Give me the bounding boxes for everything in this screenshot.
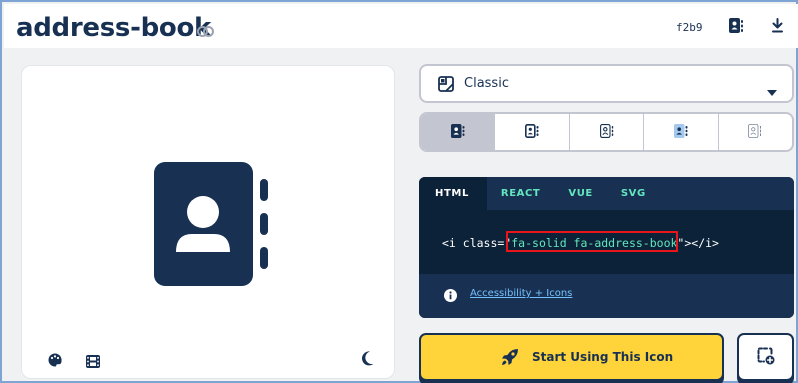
accessibility-link[interactable]: Accessibility + Icons <box>470 288 572 299</box>
tab-html[interactable]: HTML <box>419 177 487 210</box>
class-highlight-box <box>506 231 678 252</box>
page-title: address-book <box>16 13 211 43</box>
style-dropdown[interactable]: Classic <box>419 64 794 103</box>
code-tabs: HTML REACT VUE SVG <box>419 177 794 210</box>
add-square-icon <box>757 347 775 369</box>
variant-solid[interactable] <box>421 114 496 150</box>
classic-style-icon <box>438 76 454 96</box>
moon-icon[interactable] <box>361 351 374 370</box>
add-to-kit-button[interactable] <box>737 333 794 381</box>
address-book-thin-icon <box>748 123 762 142</box>
tab-react[interactable]: REACT <box>487 177 554 210</box>
code-body[interactable]: <i class="fa-solid fa-address-book"></i> <box>419 210 794 274</box>
palette-icon[interactable] <box>48 352 62 371</box>
download-icon[interactable] <box>771 18 784 37</box>
address-book-regular-icon <box>525 123 539 142</box>
icon-preview-card <box>21 65 395 379</box>
tab-svg[interactable]: SVG <box>607 177 660 210</box>
rocket-icon <box>501 348 519 370</box>
address-book-icon <box>154 162 268 290</box>
code-close-tag: "></i> <box>677 236 719 250</box>
tab-vue[interactable]: VUE <box>554 177 607 210</box>
address-book-solid-icon <box>450 123 465 142</box>
style-selected-label: Classic <box>464 76 509 91</box>
code-snippet-panel: HTML REACT VUE SVG <i class="fa-solid fa… <box>419 177 794 318</box>
variant-light[interactable] <box>570 114 645 150</box>
address-book-duotone-icon <box>673 123 688 142</box>
link-icon[interactable] <box>197 22 214 41</box>
film-icon[interactable] <box>86 353 100 372</box>
unicode-value[interactable]: f2b9 <box>676 21 703 34</box>
start-using-icon-button[interactable]: Start Using This Icon <box>419 333 724 381</box>
start-button-label: Start Using This Icon <box>532 350 674 364</box>
caret-down-icon <box>767 81 777 100</box>
variant-duotone[interactable] <box>644 114 719 150</box>
variant-regular[interactable] <box>495 114 570 150</box>
accessibility-row: Accessibility + Icons <box>419 274 794 318</box>
address-book-icon[interactable] <box>729 18 743 37</box>
variant-thin[interactable] <box>719 114 792 150</box>
variant-selector <box>419 112 794 152</box>
info-icon <box>444 287 457 306</box>
address-book-light-icon <box>599 123 614 142</box>
code-open-tag: <i class=" <box>442 236 512 250</box>
header-bar: address-book f2b9 <box>4 4 798 48</box>
page: address-book f2b9 Classic HTML REACT VUE… <box>0 0 798 383</box>
